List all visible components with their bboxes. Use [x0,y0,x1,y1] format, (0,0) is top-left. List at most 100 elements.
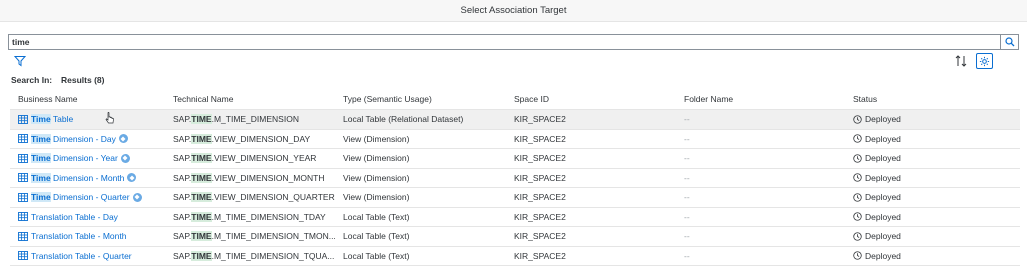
status-cell: Deployed [853,130,1013,149]
table-icon [18,212,28,222]
column-header-space-id[interactable]: Space ID [514,89,679,109]
folder-name-cell: -- [684,133,690,144]
column-header-business-name[interactable]: Business Name [18,89,168,109]
business-name-link[interactable]: Translation Table - Month [31,231,126,241]
technical-name-cell: SAP. TIME .VIEW_DIMENSION_DAY [173,133,311,144]
table-row[interactable]: Time Dimension - Month SAP. TIME .VIEW_DIME… [10,169,1020,188]
status-cell: Deployed [853,169,1013,188]
clock-icon [853,134,862,143]
status-cell: Deployed [853,247,1013,266]
sort-icon[interactable] [954,54,968,68]
business-name-cell[interactable]: Translation Table - Day [18,208,168,227]
business-name-link[interactable]: Translation Table - Day [31,212,118,222]
dimension-icon [118,134,128,144]
technical-name-cell: SAP. TIME .M_TIME_DIMENSION [173,114,299,125]
folder-name-cell: -- [684,172,690,183]
clock-icon [853,212,862,221]
business-name-cell[interactable]: Time Table [18,110,168,129]
table-row[interactable]: Time Table SAP. TIME .M_TIME_DIMENSION Local… [10,110,1020,130]
status-text: Deployed [865,231,901,242]
business-name-link[interactable]: Time Dimension - Quarter [31,192,130,203]
settings-button[interactable] [976,53,993,69]
search-field[interactable] [8,34,1019,50]
mouse-cursor-icon [105,112,114,124]
business-name-cell[interactable]: Time Dimension - Month [18,169,168,188]
business-name-link[interactable]: Translation Table - Quarter [31,251,132,261]
business-name-cell[interactable]: Translation Table - Quarter [18,247,168,266]
table-icon [18,114,28,124]
table-icon [18,251,28,261]
space-id-cell: KIR_SPACE2 [514,211,566,222]
business-name-link[interactable]: Time Dimension - Day [31,133,116,144]
clock-icon [853,115,862,124]
status-text: Deployed [865,133,901,144]
table-row[interactable]: Time Dimension - Quarter SAP. TIME .VIEW_DI… [10,188,1020,208]
filter-icon[interactable] [14,55,26,67]
business-name-cell[interactable]: Time Dimension - Quarter [18,188,168,207]
status-cell: Deployed [853,188,1013,207]
space-id-cell: KIR_SPACE2 [514,192,566,203]
business-name-cell[interactable]: Translation Table - Month [18,227,168,246]
type-cell: Local Table (Text) [343,231,410,242]
table-row[interactable]: Translation Table - Month SAP. TIME .M_TIME… [10,227,1020,247]
table-row[interactable]: Time Dimension - Year SAP. TIME .VIEW_DIMEN… [10,149,1020,169]
dimension-icon [127,173,137,183]
column-header-type[interactable]: Type (Semantic Usage) [343,89,508,109]
clock-icon [853,173,862,182]
table-row[interactable]: Translation Table - Day SAP. TIME .M_TIME_D… [10,208,1020,227]
status-text: Deployed [865,172,901,183]
search-icon [1004,37,1014,47]
business-name-link[interactable]: Time Dimension - Year [31,153,118,164]
business-name-cell[interactable]: Time Dimension - Day [18,130,168,149]
folder-name-cell: -- [684,114,690,125]
clock-icon [853,232,862,241]
dimension-icon [132,192,142,202]
results-count: Results (8) [61,75,105,85]
search-in-label: Search In: [11,75,53,85]
table-icon [18,231,28,241]
type-cell: View (Dimension) [343,133,410,144]
column-header-folder-name[interactable]: Folder Name [684,89,849,109]
business-name-cell[interactable]: Time Dimension - Year [18,149,168,168]
space-id-cell: KIR_SPACE2 [514,153,566,164]
space-id-cell: KIR_SPACE2 [514,231,566,242]
technical-name-cell: SAP. TIME .VIEW_DIMENSION_QUARTER [173,192,335,203]
status-cell: Deployed [853,208,1013,227]
space-id-cell: KIR_SPACE2 [514,114,566,125]
folder-name-cell: -- [684,231,690,242]
table-row[interactable]: Translation Table - Quarter SAP. TIME .M_TI… [10,247,1020,266]
space-id-cell: KIR_SPACE2 [514,133,566,144]
type-cell: Local Table (Text) [343,211,410,222]
search-input[interactable] [9,35,999,49]
type-cell: View (Dimension) [343,153,410,164]
column-header-technical-name[interactable]: Technical Name [173,89,338,109]
status-cell: Deployed [853,110,1013,129]
status-text: Deployed [865,250,901,261]
table-row[interactable]: Time Dimension - Day SAP. TIME .VIEW_DIMENS… [10,130,1020,149]
dialog-title: Select Association Target [0,0,1027,22]
business-name-link[interactable]: Time Table [31,114,73,125]
business-name-link[interactable]: Time Dimension - Month [31,172,124,183]
clock-icon [853,154,862,163]
folder-name-cell: -- [684,211,690,222]
type-cell: Local Table (Text) [343,250,410,261]
gear-icon [979,56,990,66]
dimension-icon [120,153,130,163]
status-text: Deployed [865,192,901,203]
technical-name-cell: SAP. TIME .M_TIME_DIMENSION_TMON... [173,231,336,242]
technical-name-cell: SAP. TIME .M_TIME_DIMENSION_TDAY [173,211,326,222]
status-text: Deployed [865,153,901,164]
status-text: Deployed [865,211,901,222]
column-header-status[interactable]: Status [853,89,1013,109]
folder-name-cell: -- [684,192,690,203]
status-cell: Deployed [853,149,1013,168]
folder-name-cell: -- [684,250,690,261]
status-cell: Deployed [853,227,1013,246]
technical-name-cell: SAP. TIME .M_TIME_DIMENSION_TQUA... [173,250,335,261]
folder-name-cell: -- [684,153,690,164]
search-button[interactable] [1000,35,1018,49]
clock-icon [853,193,862,202]
technical-name-cell: SAP. TIME .VIEW_DIMENSION_MONTH [173,172,325,183]
table-header: Business Name Technical Name Type (Seman… [10,89,1020,110]
type-cell: View (Dimension) [343,172,410,183]
